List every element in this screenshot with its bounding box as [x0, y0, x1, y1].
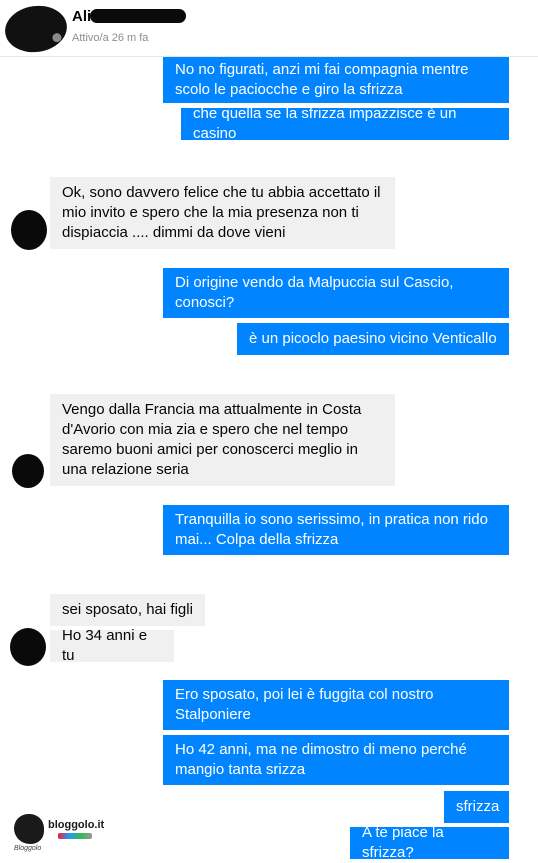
contact-avatar-redacted — [11, 210, 47, 250]
message-bubble-outgoing[interactable]: Tranquilla io sono serissimo, in pratica… — [163, 505, 509, 555]
bloggolo-logo-icon — [14, 814, 44, 844]
contact-avatar-redacted — [12, 454, 44, 488]
bloggolo-watermark-logo: bloggolo.it Bloggolo — [14, 812, 124, 852]
message-bubble-outgoing[interactable]: No no figurati, anzi mi fai compagnia me… — [163, 57, 509, 103]
contact-name[interactable]: Ali — [72, 8, 91, 25]
contact-avatar-redacted[interactable] — [2, 1, 70, 57]
message-bubble-outgoing[interactable]: è un picoclo paesino vicino Venticallo — [237, 323, 509, 355]
message-bubble-incoming[interactable]: Ok, sono davvero felice che tu abbia acc… — [50, 177, 395, 249]
name-redaction-scribble — [90, 9, 186, 23]
contact-avatar-redacted — [10, 628, 46, 666]
message-bubble-outgoing[interactable]: sfrizza — [444, 791, 509, 823]
watermark-brand: bloggolo.it — [48, 819, 105, 831]
message-bubble-incoming[interactable]: sei sposato, hai figli — [50, 594, 205, 626]
message-bubble-outgoing[interactable]: A te piace la sfrizza? — [350, 824, 509, 861]
message-bubble-outgoing[interactable]: Ero sposato, poi lei è fuggita col nostr… — [163, 680, 509, 730]
watermark-tagline: Bloggolo — [14, 845, 42, 852]
message-bubble-outgoing[interactable]: che quella se la sfrizza impazzisce è un… — [181, 105, 509, 142]
message-bubble-outgoing[interactable]: Di origine vendo da Malpuccia sul Cascio… — [163, 268, 509, 318]
message-bubble-outgoing[interactable]: Ho 42 anni, ma ne dimostro di meno perch… — [163, 735, 509, 785]
message-bubble-incoming[interactable]: Vengo dalla Francia ma attualmente in Co… — [50, 394, 395, 486]
social-icons — [58, 833, 92, 839]
active-status: Attivo/a 26 m fa — [72, 32, 149, 44]
chat-header: Ali Attivo/a 26 m fa — [0, 0, 538, 57]
message-bubble-incoming[interactable]: Ho 34 anni e tu — [50, 627, 174, 664]
